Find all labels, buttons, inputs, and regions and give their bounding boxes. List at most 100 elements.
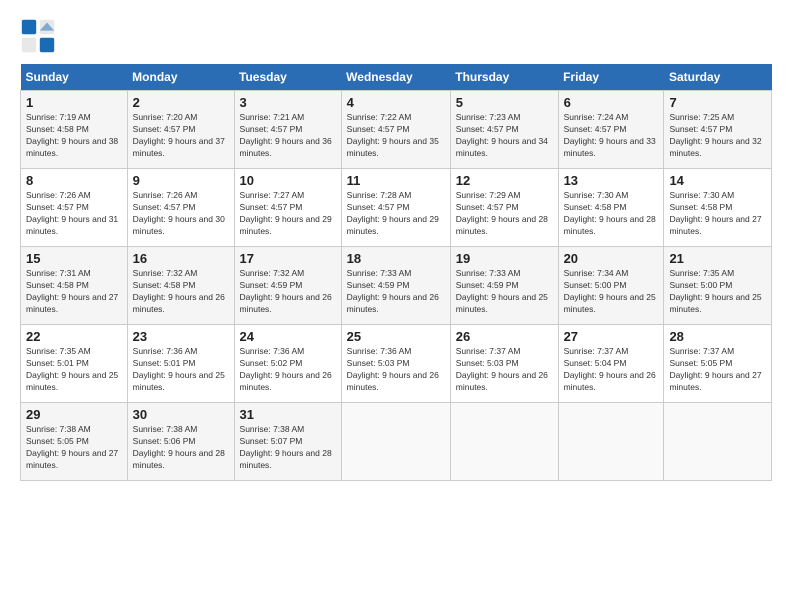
calendar-cell: 22 Sunrise: 7:35 AMSunset: 5:01 PMDaylig… [21, 325, 128, 403]
calendar-cell: 1 Sunrise: 7:19 AMSunset: 4:58 PMDayligh… [21, 91, 128, 169]
calendar-cell: 8 Sunrise: 7:26 AMSunset: 4:57 PMDayligh… [21, 169, 128, 247]
day-number: 13 [564, 173, 659, 188]
calendar-cell [341, 403, 450, 481]
day-detail: Sunrise: 7:22 AMSunset: 4:57 PMDaylight:… [347, 112, 445, 160]
calendar-cell: 31 Sunrise: 7:38 AMSunset: 5:07 PMDaylig… [234, 403, 341, 481]
day-number: 18 [347, 251, 445, 266]
day-detail: Sunrise: 7:38 AMSunset: 5:05 PMDaylight:… [26, 424, 122, 472]
day-header-monday: Monday [127, 64, 234, 91]
day-detail: Sunrise: 7:35 AMSunset: 5:01 PMDaylight:… [26, 346, 122, 394]
day-number: 10 [240, 173, 336, 188]
calendar-cell: 25 Sunrise: 7:36 AMSunset: 5:03 PMDaylig… [341, 325, 450, 403]
day-number: 2 [133, 95, 229, 110]
day-detail: Sunrise: 7:27 AMSunset: 4:57 PMDaylight:… [240, 190, 336, 238]
day-number: 4 [347, 95, 445, 110]
day-number: 23 [133, 329, 229, 344]
day-detail: Sunrise: 7:28 AMSunset: 4:57 PMDaylight:… [347, 190, 445, 238]
day-detail: Sunrise: 7:36 AMSunset: 5:02 PMDaylight:… [240, 346, 336, 394]
day-number: 11 [347, 173, 445, 188]
calendar-cell: 20 Sunrise: 7:34 AMSunset: 5:00 PMDaylig… [558, 247, 664, 325]
day-number: 19 [456, 251, 553, 266]
day-number: 16 [133, 251, 229, 266]
day-number: 24 [240, 329, 336, 344]
day-number: 27 [564, 329, 659, 344]
day-detail: Sunrise: 7:33 AMSunset: 4:59 PMDaylight:… [347, 268, 445, 316]
calendar-cell: 30 Sunrise: 7:38 AMSunset: 5:06 PMDaylig… [127, 403, 234, 481]
calendar-table: SundayMondayTuesdayWednesdayThursdayFrid… [20, 64, 772, 481]
day-number: 1 [26, 95, 122, 110]
calendar-cell: 17 Sunrise: 7:32 AMSunset: 4:59 PMDaylig… [234, 247, 341, 325]
calendar-cell: 4 Sunrise: 7:22 AMSunset: 4:57 PMDayligh… [341, 91, 450, 169]
calendar-cell: 5 Sunrise: 7:23 AMSunset: 4:57 PMDayligh… [450, 91, 558, 169]
day-number: 12 [456, 173, 553, 188]
logo [20, 18, 62, 54]
week-row-2: 8 Sunrise: 7:26 AMSunset: 4:57 PMDayligh… [21, 169, 772, 247]
day-number: 17 [240, 251, 336, 266]
day-detail: Sunrise: 7:37 AMSunset: 5:05 PMDaylight:… [669, 346, 766, 394]
day-number: 30 [133, 407, 229, 422]
logo-icon [20, 18, 56, 54]
day-detail: Sunrise: 7:32 AMSunset: 4:58 PMDaylight:… [133, 268, 229, 316]
day-number: 26 [456, 329, 553, 344]
day-detail: Sunrise: 7:37 AMSunset: 5:04 PMDaylight:… [564, 346, 659, 394]
day-header-thursday: Thursday [450, 64, 558, 91]
day-number: 20 [564, 251, 659, 266]
day-number: 28 [669, 329, 766, 344]
day-number: 14 [669, 173, 766, 188]
calendar-cell: 23 Sunrise: 7:36 AMSunset: 5:01 PMDaylig… [127, 325, 234, 403]
day-number: 8 [26, 173, 122, 188]
day-detail: Sunrise: 7:31 AMSunset: 4:58 PMDaylight:… [26, 268, 122, 316]
day-detail: Sunrise: 7:33 AMSunset: 4:59 PMDaylight:… [456, 268, 553, 316]
calendar-cell: 16 Sunrise: 7:32 AMSunset: 4:58 PMDaylig… [127, 247, 234, 325]
calendar-cell [664, 403, 772, 481]
day-detail: Sunrise: 7:23 AMSunset: 4:57 PMDaylight:… [456, 112, 553, 160]
calendar-cell: 29 Sunrise: 7:38 AMSunset: 5:05 PMDaylig… [21, 403, 128, 481]
calendar-cell: 11 Sunrise: 7:28 AMSunset: 4:57 PMDaylig… [341, 169, 450, 247]
day-number: 22 [26, 329, 122, 344]
day-header-tuesday: Tuesday [234, 64, 341, 91]
day-number: 29 [26, 407, 122, 422]
calendar-cell [450, 403, 558, 481]
day-detail: Sunrise: 7:32 AMSunset: 4:59 PMDaylight:… [240, 268, 336, 316]
calendar-cell: 6 Sunrise: 7:24 AMSunset: 4:57 PMDayligh… [558, 91, 664, 169]
day-header-wednesday: Wednesday [341, 64, 450, 91]
day-detail: Sunrise: 7:37 AMSunset: 5:03 PMDaylight:… [456, 346, 553, 394]
calendar-cell: 14 Sunrise: 7:30 AMSunset: 4:58 PMDaylig… [664, 169, 772, 247]
calendar-cell: 3 Sunrise: 7:21 AMSunset: 4:57 PMDayligh… [234, 91, 341, 169]
calendar-cell: 15 Sunrise: 7:31 AMSunset: 4:58 PMDaylig… [21, 247, 128, 325]
day-detail: Sunrise: 7:26 AMSunset: 4:57 PMDaylight:… [133, 190, 229, 238]
day-header-sunday: Sunday [21, 64, 128, 91]
day-detail: Sunrise: 7:34 AMSunset: 5:00 PMDaylight:… [564, 268, 659, 316]
day-detail: Sunrise: 7:24 AMSunset: 4:57 PMDaylight:… [564, 112, 659, 160]
page: SundayMondayTuesdayWednesdayThursdayFrid… [0, 0, 792, 612]
calendar-cell [558, 403, 664, 481]
week-row-3: 15 Sunrise: 7:31 AMSunset: 4:58 PMDaylig… [21, 247, 772, 325]
calendar-cell: 10 Sunrise: 7:27 AMSunset: 4:57 PMDaylig… [234, 169, 341, 247]
day-detail: Sunrise: 7:30 AMSunset: 4:58 PMDaylight:… [564, 190, 659, 238]
day-detail: Sunrise: 7:38 AMSunset: 5:07 PMDaylight:… [240, 424, 336, 472]
day-number: 7 [669, 95, 766, 110]
day-detail: Sunrise: 7:29 AMSunset: 4:57 PMDaylight:… [456, 190, 553, 238]
week-row-1: 1 Sunrise: 7:19 AMSunset: 4:58 PMDayligh… [21, 91, 772, 169]
calendar-cell: 9 Sunrise: 7:26 AMSunset: 4:57 PMDayligh… [127, 169, 234, 247]
calendar-cell: 18 Sunrise: 7:33 AMSunset: 4:59 PMDaylig… [341, 247, 450, 325]
week-row-4: 22 Sunrise: 7:35 AMSunset: 5:01 PMDaylig… [21, 325, 772, 403]
calendar-cell: 28 Sunrise: 7:37 AMSunset: 5:05 PMDaylig… [664, 325, 772, 403]
day-header-saturday: Saturday [664, 64, 772, 91]
day-header-row: SundayMondayTuesdayWednesdayThursdayFrid… [21, 64, 772, 91]
calendar-cell: 24 Sunrise: 7:36 AMSunset: 5:02 PMDaylig… [234, 325, 341, 403]
day-number: 9 [133, 173, 229, 188]
day-number: 15 [26, 251, 122, 266]
day-detail: Sunrise: 7:35 AMSunset: 5:00 PMDaylight:… [669, 268, 766, 316]
calendar-cell: 19 Sunrise: 7:33 AMSunset: 4:59 PMDaylig… [450, 247, 558, 325]
day-detail: Sunrise: 7:26 AMSunset: 4:57 PMDaylight:… [26, 190, 122, 238]
calendar-cell: 13 Sunrise: 7:30 AMSunset: 4:58 PMDaylig… [558, 169, 664, 247]
calendar-cell: 26 Sunrise: 7:37 AMSunset: 5:03 PMDaylig… [450, 325, 558, 403]
day-detail: Sunrise: 7:20 AMSunset: 4:57 PMDaylight:… [133, 112, 229, 160]
day-detail: Sunrise: 7:38 AMSunset: 5:06 PMDaylight:… [133, 424, 229, 472]
day-number: 3 [240, 95, 336, 110]
day-detail: Sunrise: 7:21 AMSunset: 4:57 PMDaylight:… [240, 112, 336, 160]
day-number: 31 [240, 407, 336, 422]
calendar-cell: 7 Sunrise: 7:25 AMSunset: 4:57 PMDayligh… [664, 91, 772, 169]
day-number: 5 [456, 95, 553, 110]
